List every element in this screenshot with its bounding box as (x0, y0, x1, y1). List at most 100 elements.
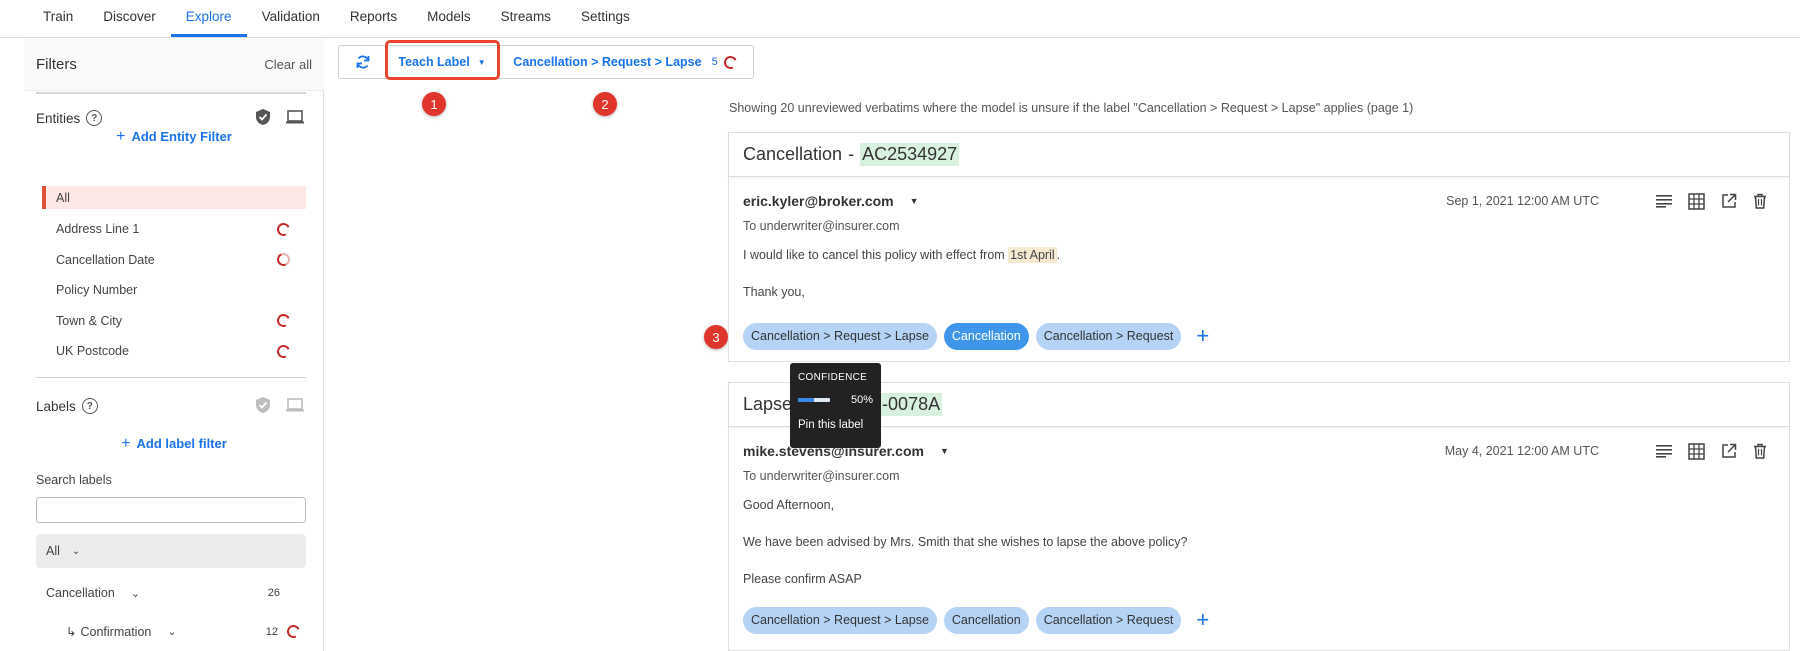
explore-toolbar: Teach Label ▼ Cancellation > Request > L… (338, 45, 754, 79)
message-actions (1656, 192, 1767, 210)
label-chip[interactable]: Cancellation > Request (1035, 322, 1182, 350)
loading-spinner-icon (275, 220, 292, 238)
open-external-icon[interactable] (1721, 443, 1737, 459)
verbatim-card: Lapse -0078A mike.stevens@insurer.com ▼ … (728, 382, 1790, 651)
caret-down-icon[interactable]: ▼ (910, 196, 919, 206)
message-date: Sep 1, 2021 12:00 AM UTC (1446, 194, 1599, 208)
loading-spinner-icon (275, 342, 292, 360)
tab-explore[interactable]: Explore (170, 0, 247, 37)
label-count: 5 (711, 56, 718, 68)
highlighted-entity[interactable]: 1st April (1008, 247, 1057, 263)
caret-down-icon[interactable]: ▼ (940, 446, 949, 456)
add-label-button[interactable]: + (1196, 323, 1209, 349)
label-scope-select[interactable]: All ⌄ (36, 534, 306, 568)
tab-streams[interactable]: Streams (486, 0, 566, 37)
message-line: Good Afternoon, (743, 498, 835, 512)
label-row-cancellation[interactable]: Cancellation ⌄ 26 (36, 586, 306, 600)
entity-item-policy-number[interactable]: Policy Number (42, 275, 306, 306)
entity-item-town-city[interactable]: Town & City (42, 306, 306, 337)
entity-item-all[interactable]: All (42, 186, 306, 209)
message-line: We have been advised by Mrs. Smith that … (743, 535, 1188, 549)
label-chip[interactable]: Cancellation > Request > Lapse (743, 606, 937, 634)
label-chips: Cancellation > Request > Lapse Cancellat… (729, 314, 1789, 358)
predicted-laptop-icon[interactable] (285, 109, 305, 125)
confidence-tooltip: CONFIDENCE 50% Pin this label (790, 363, 881, 448)
plus-icon: + (121, 435, 131, 452)
open-external-icon[interactable] (1721, 193, 1737, 209)
annotation-badge: 3 (704, 325, 728, 349)
tab-train[interactable]: Train (28, 0, 88, 37)
loading-spinner-icon (285, 623, 302, 640)
chevron-down-icon: ⌄ (71, 545, 81, 557)
recipient: To underwriter@insurer.com (743, 469, 900, 483)
tab-validation[interactable]: Validation (247, 0, 335, 37)
sender-email: eric.kyler@broker.com (743, 193, 894, 209)
refresh-button[interactable] (339, 46, 387, 78)
add-label-filter-button[interactable]: + Add label filter (24, 435, 324, 453)
filters-header: Filters Clear all (24, 39, 324, 91)
highlighted-entity[interactable]: -0078A (880, 393, 943, 416)
entity-item-address-line-1[interactable]: Address Line 1 (42, 214, 306, 245)
highlighted-entity[interactable]: AC2534927 (860, 143, 960, 166)
trash-icon[interactable] (1753, 193, 1767, 209)
label-filter-button[interactable]: Cancellation > Request > Lapse 5 (497, 46, 753, 78)
entity-item-cancellation-date[interactable]: Cancellation Date (42, 245, 306, 276)
table-icon[interactable] (1688, 442, 1705, 460)
child-arrow-icon: ↳ (66, 625, 77, 639)
message-line: Please confirm ASAP (743, 572, 862, 586)
tab-reports[interactable]: Reports (335, 0, 412, 37)
recipient: To underwriter@insurer.com (743, 219, 900, 233)
label-chip[interactable]: Cancellation > Request (1035, 606, 1182, 634)
plus-icon: + (116, 128, 126, 145)
confidence-value: 50% (850, 394, 873, 406)
label-chips: Cancellation > Request > Lapse Cancellat… (729, 598, 1789, 642)
entity-list: All Address Line 1 Cancellation Date Pol… (42, 186, 306, 367)
card-title: Cancellation - AC2534927 (729, 133, 1789, 177)
add-entity-filter-button[interactable]: + Add Entity Filter (24, 128, 324, 146)
help-icon[interactable]: ? (86, 110, 103, 126)
annotation-badge: 2 (593, 92, 617, 116)
help-icon[interactable]: ? (81, 398, 98, 414)
labels-section-title: Labels ? (36, 398, 98, 414)
tab-discover[interactable]: Discover (88, 0, 171, 37)
add-label-button[interactable]: + (1196, 607, 1209, 633)
search-labels-heading: Search labels (36, 473, 112, 487)
annotation-badge: 1 (422, 92, 446, 116)
entity-item-uk-postcode[interactable]: UK Postcode (42, 336, 306, 367)
predicted-laptop-icon[interactable] (285, 397, 305, 413)
list-icon[interactable] (1656, 194, 1672, 208)
labels-view-toggles (255, 396, 305, 414)
verbatim-card: Cancellation - AC2534927 eric.kyler@brok… (728, 132, 1790, 362)
label-count: 26 (267, 587, 280, 599)
label-row-confirmation[interactable]: ↳ Confirmation ⌄ 12 (36, 623, 306, 640)
label-chip[interactable]: Cancellation (943, 322, 1029, 350)
clear-all-button[interactable]: Clear all (264, 57, 312, 72)
confidence-bar (798, 398, 830, 402)
caret-down-icon: ▼ (477, 57, 486, 67)
confidence-caption: CONFIDENCE (798, 372, 868, 383)
table-icon[interactable] (1688, 192, 1705, 210)
message-actions (1656, 442, 1767, 460)
top-nav: Train Discover Explore Validation Report… (0, 0, 1800, 38)
pin-label-button[interactable]: Pin this label (798, 419, 873, 431)
card-title: Lapse -0078A (729, 383, 1789, 427)
tab-models[interactable]: Models (412, 0, 486, 37)
reviewed-shield-icon[interactable] (255, 396, 271, 414)
chevron-down-icon[interactable]: ⌄ (167, 625, 176, 638)
label-count: 12 (265, 625, 278, 638)
trash-icon[interactable] (1753, 443, 1767, 459)
message-header: mike.stevens@insurer.com ▼ May 4, 2021 1… (729, 437, 1789, 465)
entities-section-title: Entities ? (36, 110, 103, 126)
label-chip[interactable]: Cancellation (943, 606, 1029, 634)
reviewed-shield-icon[interactable] (255, 108, 271, 126)
tab-settings[interactable]: Settings (566, 0, 645, 37)
label-chip[interactable]: Cancellation > Request > Lapse (743, 322, 937, 350)
search-labels-input[interactable] (36, 497, 306, 523)
list-icon[interactable] (1656, 444, 1672, 458)
scroll-divider (36, 92, 306, 94)
filters-title: Filters (36, 56, 77, 73)
chevron-down-icon[interactable]: ⌄ (131, 587, 140, 600)
confidence-bar-fill (798, 398, 814, 402)
refresh-icon (356, 55, 369, 69)
teach-label-dropdown[interactable]: Teach Label ▼ (387, 46, 497, 78)
